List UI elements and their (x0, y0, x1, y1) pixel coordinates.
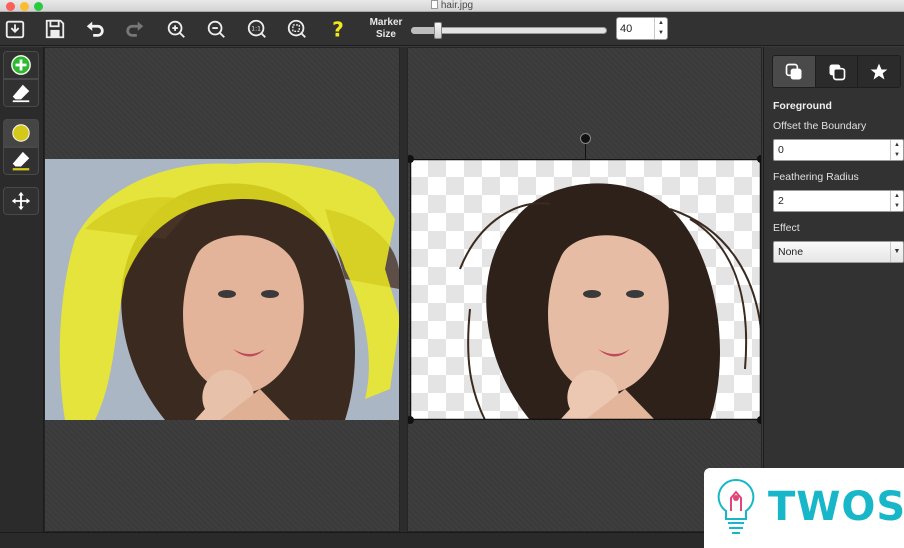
zoom-in-icon (167, 20, 185, 38)
effect-label: Effect (773, 222, 800, 234)
tab-foreground[interactable] (773, 56, 816, 87)
stepper-down-icon[interactable]: ▼ (891, 201, 903, 211)
zoom-out-icon (207, 20, 225, 38)
lightbulb-icon (717, 478, 755, 534)
slider-thumb[interactable] (433, 22, 442, 39)
background-marker-icon (12, 124, 30, 142)
marker-size-label-line2: Size (375, 29, 396, 40)
source-photo (45, 159, 399, 420)
tab-background[interactable] (815, 56, 859, 87)
file-icon (430, 0, 438, 9)
title-bar: hair.jpg (0, 0, 904, 12)
fit-view-icon (287, 19, 306, 38)
feather-stepper[interactable]: ▲ ▼ (890, 191, 903, 211)
svg-text:1:1: 1:1 (251, 25, 261, 32)
crop-handle-top-right[interactable] (757, 155, 761, 163)
window-title-text: hair.jpg (440, 0, 474, 11)
actual-size-button[interactable]: 1:1 (244, 16, 270, 42)
import-button[interactable] (2, 16, 28, 42)
marker-size-slider[interactable] (411, 22, 607, 39)
chevron-down-icon[interactable]: ▼ (890, 242, 903, 262)
effect-value: None (778, 246, 804, 258)
import-icon (5, 20, 25, 39)
move-icon (11, 191, 31, 211)
stepper-up-icon[interactable]: ▲ (891, 191, 903, 201)
section-title: Foreground (773, 100, 832, 112)
save-icon (45, 19, 65, 39)
zoom-in-button[interactable] (163, 16, 189, 42)
add-foreground-tool[interactable] (3, 51, 39, 79)
add-foreground-marker-icon (11, 55, 31, 75)
background-marker-tool[interactable] (3, 119, 39, 147)
window-title: hair.jpg (0, 0, 904, 12)
marker-size-label-line1: Marker (369, 17, 403, 28)
feather-input[interactable] (778, 193, 878, 209)
crop-handle-bottom-left[interactable] (408, 416, 414, 424)
properties-panel: Foreground Offset the Boundary ▲▼ Feathe… (763, 47, 904, 532)
portrait-image (45, 159, 399, 420)
offset-input[interactable] (778, 142, 878, 158)
foreground-tab-icon (785, 63, 802, 79)
foreground-eraser-tool[interactable] (3, 79, 39, 107)
marker-size-field[interactable]: ▲▼ (616, 17, 668, 40)
marker-size-stepper[interactable]: ▲ ▼ (654, 18, 667, 39)
foreground-eraser-icon (12, 84, 30, 103)
pane-divider[interactable] (400, 47, 407, 532)
stepper-down-icon[interactable]: ▼ (891, 150, 903, 160)
background-eraser-icon (12, 151, 30, 171)
undo-button[interactable] (82, 16, 108, 42)
app-window: hair.jpg 1:1 ? Marker Size 40 ▲ ▼ Foregr… (0, 0, 904, 548)
tab-favorites[interactable] (858, 56, 900, 87)
svg-text:?: ? (332, 18, 344, 40)
rotate-handle[interactable] (580, 133, 591, 144)
offset-field[interactable]: ▲▼ (773, 139, 904, 161)
help-button[interactable]: ? (325, 16, 351, 42)
favorites-tab-icon (870, 63, 888, 79)
tool-strip (0, 47, 44, 548)
effect-select[interactable]: None ▼ (773, 241, 904, 263)
fit-view-button[interactable] (284, 16, 310, 42)
actual-size-icon: 1:1 (247, 19, 266, 38)
source-canvas[interactable] (44, 47, 400, 532)
result-canvas[interactable] (407, 47, 762, 532)
redo-button[interactable] (122, 16, 148, 42)
zoom-out-button[interactable] (203, 16, 229, 42)
stepper-up-icon[interactable]: ▲ (655, 18, 667, 28)
help-icon: ? (332, 18, 344, 40)
watermark-logo: TWOS (704, 468, 904, 548)
result-photo (410, 159, 761, 420)
marker-size-label: Marker Size (364, 17, 408, 41)
stepper-up-icon[interactable]: ▲ (891, 140, 903, 150)
cutout-portrait-image (410, 159, 761, 420)
offset-stepper[interactable]: ▲ ▼ (890, 140, 903, 160)
crop-handle-bottom-right[interactable] (757, 416, 761, 424)
move-tool[interactable] (3, 187, 39, 215)
redo-icon (126, 21, 144, 37)
panel-tabs (772, 55, 901, 88)
undo-icon (86, 21, 104, 37)
offset-label: Offset the Boundary (773, 120, 867, 132)
feather-label: Feathering Radius (773, 171, 859, 183)
feather-field[interactable]: ▲▼ (773, 190, 904, 212)
stepper-down-icon[interactable]: ▼ (655, 28, 667, 38)
marker-size-input[interactable] (620, 20, 652, 38)
background-eraser-tool[interactable] (3, 147, 39, 175)
save-button[interactable] (42, 16, 68, 42)
watermark-text: TWOS (768, 484, 904, 530)
background-tab-icon (829, 64, 845, 80)
toolbar: 1:1 ? Marker Size ▲▼ (0, 12, 904, 46)
